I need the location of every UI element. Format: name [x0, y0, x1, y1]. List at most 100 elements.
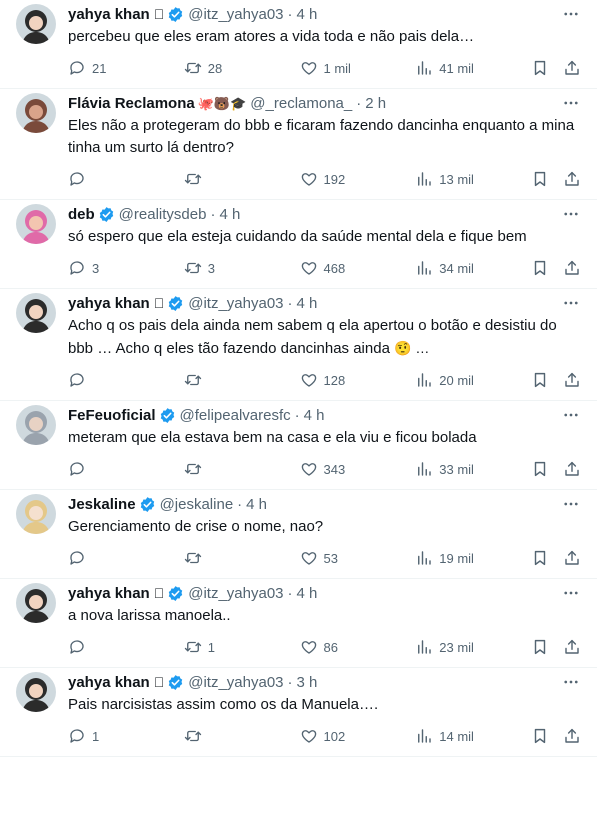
bookmark-icon[interactable]: [531, 170, 549, 188]
user-handle[interactable]: @jeskaline: [160, 496, 234, 513]
share-icon[interactable]: [563, 371, 581, 389]
bookmark-icon[interactable]: [531, 59, 549, 77]
display-name[interactable]: deb: [68, 206, 95, 223]
tweet-text: Pais narcisistas assim como os da Manuel…: [68, 694, 581, 716]
timestamp[interactable]: 3 h: [297, 674, 318, 691]
like-button[interactable]: 128: [300, 371, 364, 389]
tweet[interactable]: deb @realitysdeb · 4 h só espero que ela…: [0, 200, 597, 289]
avatar[interactable]: [16, 405, 56, 445]
avatar[interactable]: [16, 4, 56, 44]
bookmark-icon[interactable]: [531, 549, 549, 567]
share-icon[interactable]: [563, 638, 581, 656]
views-button[interactable]: 13 mil: [415, 170, 479, 188]
avatar[interactable]: [16, 672, 56, 712]
display-name[interactable]: yahya khan: [68, 674, 150, 691]
avatar[interactable]: [16, 494, 56, 534]
display-name[interactable]: FeFeuoficial: [68, 407, 156, 424]
like-button[interactable]: 102: [300, 727, 364, 745]
user-handle[interactable]: @felipealvaresfc: [180, 407, 291, 424]
bookmark-icon[interactable]: [531, 259, 549, 277]
avatar[interactable]: [16, 583, 56, 623]
share-icon[interactable]: [563, 549, 581, 567]
repost-button[interactable]: [184, 549, 248, 567]
more-dots-icon[interactable]: [561, 4, 581, 24]
like-button[interactable]: 468: [300, 259, 364, 277]
tweet[interactable]: yahya khan  @itz_yahya03 · 4 h percebeu…: [0, 0, 597, 89]
timestamp[interactable]: 2 h: [365, 95, 386, 112]
timestamp[interactable]: 4 h: [304, 407, 325, 424]
tweet[interactable]: yahya khan  @itz_yahya03 · 4 h Acho q o…: [0, 289, 597, 401]
bookmark-icon[interactable]: [531, 727, 549, 745]
timestamp[interactable]: 4 h: [219, 206, 240, 223]
more-dots-icon[interactable]: [561, 672, 581, 692]
bookmark-icon[interactable]: [531, 638, 549, 656]
display-name[interactable]: Jeskaline: [68, 496, 136, 513]
bookmark-icon[interactable]: [531, 371, 549, 389]
reply-button[interactable]: [68, 638, 132, 656]
bookmark-icon[interactable]: [531, 460, 549, 478]
share-icon[interactable]: [563, 59, 581, 77]
tweet-header: yahya khan  @itz_yahya03 · 4 h: [68, 4, 581, 24]
timestamp[interactable]: 4 h: [297, 6, 318, 23]
user-handle[interactable]: @itz_yahya03: [188, 295, 283, 312]
share-icon[interactable]: [563, 727, 581, 745]
views-button[interactable]: 41 mil: [415, 59, 479, 77]
more-dots-icon[interactable]: [561, 93, 581, 113]
user-handle[interactable]: @itz_yahya03: [188, 674, 283, 691]
avatar[interactable]: [16, 293, 56, 333]
views-button[interactable]: 14 mil: [415, 727, 479, 745]
like-button[interactable]: 53: [300, 549, 364, 567]
timestamp[interactable]: 4 h: [297, 295, 318, 312]
tweet[interactable]: yahya khan  @itz_yahya03 · 4 h a nova l…: [0, 579, 597, 668]
timeline-feed: yahya khan  @itz_yahya03 · 4 h percebeu…: [0, 0, 597, 757]
share-icon[interactable]: [563, 259, 581, 277]
views-button[interactable]: 19 mil: [415, 549, 479, 567]
repost-button[interactable]: 3: [184, 259, 248, 277]
user-handle[interactable]: @_reclamona_: [250, 95, 352, 112]
avatar[interactable]: [16, 204, 56, 244]
tweet[interactable]: Jeskaline @jeskaline · 4 h Gerenciamento…: [0, 490, 597, 579]
avatar[interactable]: [16, 93, 56, 133]
more-dots-icon[interactable]: [561, 405, 581, 425]
reply-button[interactable]: [68, 460, 132, 478]
more-dots-icon[interactable]: [561, 293, 581, 313]
like-button[interactable]: 86: [300, 638, 364, 656]
repost-button[interactable]: [184, 727, 248, 745]
repost-button[interactable]: [184, 460, 248, 478]
more-dots-icon[interactable]: [561, 204, 581, 224]
tweet[interactable]: FeFeuoficial @felipealvaresfc · 4 h mete…: [0, 401, 597, 490]
tweet[interactable]: yahya khan  @itz_yahya03 · 3 h Pais nar…: [0, 668, 597, 757]
views-button[interactable]: 33 mil: [415, 460, 479, 478]
bookmark-share-group: [531, 460, 581, 478]
repost-button[interactable]: 28: [184, 59, 248, 77]
reply-button[interactable]: 1: [68, 727, 132, 745]
more-dots-icon[interactable]: [561, 583, 581, 603]
display-name[interactable]: Flávia Reclamona: [68, 95, 195, 112]
display-name[interactable]: yahya khan: [68, 585, 150, 602]
reply-button[interactable]: [68, 170, 132, 188]
repost-button[interactable]: [184, 170, 248, 188]
repost-button[interactable]: 1: [184, 638, 248, 656]
like-button[interactable]: 192: [300, 170, 364, 188]
views-button[interactable]: 20 mil: [415, 371, 479, 389]
user-handle[interactable]: @itz_yahya03: [188, 6, 283, 23]
display-name[interactable]: yahya khan: [68, 6, 150, 23]
like-button[interactable]: 343: [300, 460, 364, 478]
timestamp[interactable]: 4 h: [297, 585, 318, 602]
user-handle[interactable]: @itz_yahya03: [188, 585, 283, 602]
more-dots-icon[interactable]: [561, 494, 581, 514]
share-icon[interactable]: [563, 460, 581, 478]
display-name[interactable]: yahya khan: [68, 295, 150, 312]
timestamp[interactable]: 4 h: [246, 496, 267, 513]
reply-button[interactable]: [68, 371, 132, 389]
reply-button[interactable]: 3: [68, 259, 132, 277]
reply-button[interactable]: 21: [68, 59, 132, 77]
tweet[interactable]: Flávia Reclamona 🐙🐻🎓 @_reclamona_ · 2 h …: [0, 89, 597, 200]
reply-button[interactable]: [68, 549, 132, 567]
views-button[interactable]: 23 mil: [415, 638, 479, 656]
repost-button[interactable]: [184, 371, 248, 389]
views-button[interactable]: 34 mil: [415, 259, 479, 277]
user-handle[interactable]: @realitysdeb: [119, 206, 207, 223]
like-button[interactable]: 1 mil: [300, 59, 364, 77]
share-icon[interactable]: [563, 170, 581, 188]
